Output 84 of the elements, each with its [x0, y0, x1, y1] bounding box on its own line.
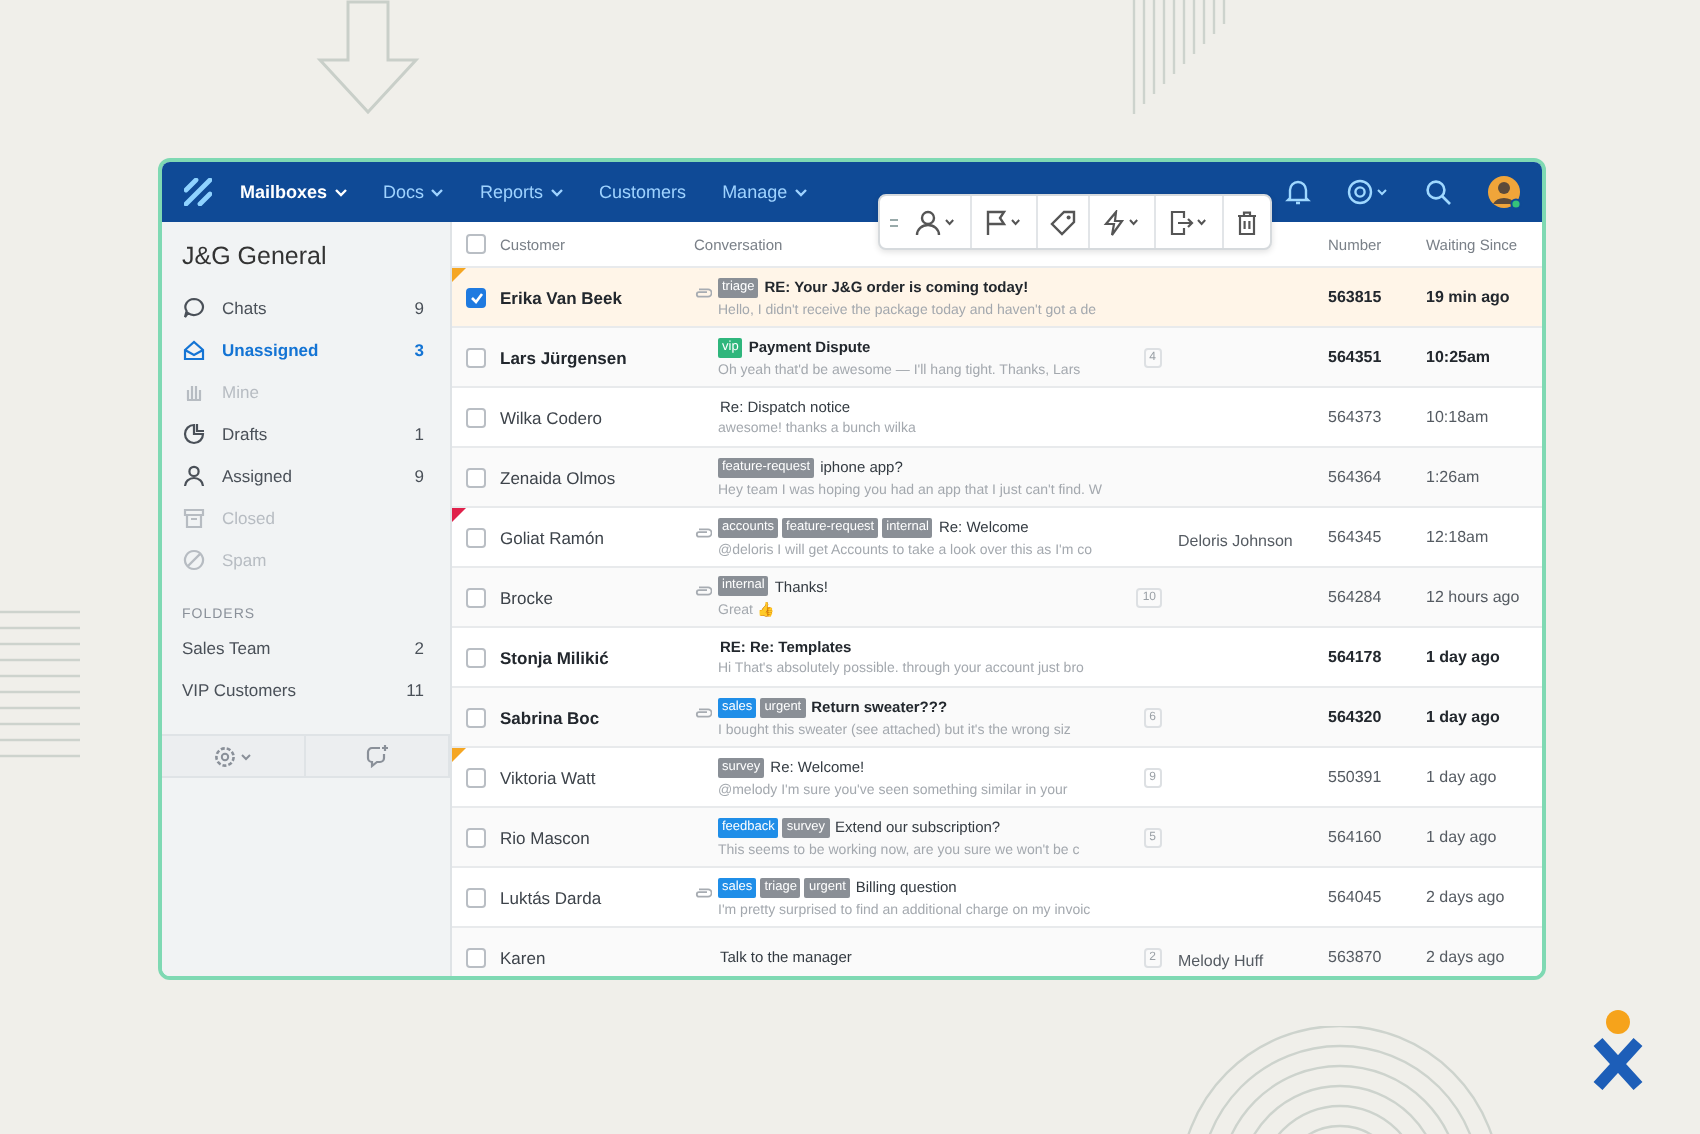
waiting-time: 10:25am — [1426, 348, 1493, 366]
bolt-icon — [1102, 209, 1142, 235]
chat-bubble-icon — [182, 295, 206, 319]
nav-menu-item[interactable]: Manage — [722, 182, 808, 202]
folder-item[interactable]: Sales Team 2 — [162, 626, 450, 668]
conversation-number: 564284 — [1328, 588, 1384, 606]
row-checkbox[interactable] — [466, 407, 486, 427]
waiting-time: 1 day ago — [1426, 768, 1499, 786]
select-all-checkbox[interactable] — [466, 234, 486, 254]
arrow-outline-decoration — [316, 0, 420, 116]
waiting-time: 2 days ago — [1426, 888, 1507, 906]
row-checkbox[interactable] — [466, 827, 486, 847]
archive-icon — [182, 505, 206, 529]
conversation-number: 564045 — [1328, 888, 1384, 906]
waiting-time: 12 hours ago — [1426, 588, 1522, 606]
block-icon — [182, 547, 206, 571]
conversation-number: 564364 — [1328, 468, 1384, 486]
row-checkbox[interactable] — [466, 347, 486, 367]
row-checkbox[interactable] — [466, 767, 486, 787]
customer-name: Zenaida Olmos — [500, 467, 618, 487]
export-icon — [1168, 209, 1210, 235]
row-checkbox[interactable] — [466, 947, 486, 967]
avatar-icon[interactable] — [1486, 174, 1522, 210]
customer-name: Lars Jürgensen — [500, 347, 629, 367]
conversation-number: 564178 — [1328, 648, 1384, 666]
nav-menu-item[interactable]: Customers — [599, 182, 687, 202]
conversation-number: 564345 — [1328, 528, 1384, 546]
lifebuoy-icon[interactable] — [1346, 178, 1390, 206]
customer-name: Brocke — [500, 587, 555, 607]
trash-icon — [1236, 209, 1258, 235]
row-checkbox[interactable] — [466, 527, 486, 547]
waiting-time: 1:26am — [1426, 468, 1482, 486]
assignee-name: Melody Huff — [1176, 951, 1264, 969]
customer-name: Viktoria Watt — [500, 767, 598, 787]
waiting-time: 2 days ago — [1426, 948, 1507, 966]
conversation-number: 564351 — [1328, 348, 1384, 366]
customer-name: Sabrina Boc — [500, 707, 602, 727]
waiting-time: 12:18am — [1426, 528, 1491, 546]
sidebar-item[interactable]: Drafts 1 — [162, 412, 450, 454]
person-icon — [914, 209, 958, 235]
pie-icon — [182, 421, 206, 445]
flag-icon — [984, 209, 1024, 235]
waiting-time: 10:18am — [1426, 408, 1491, 426]
conversation-number: 563815 — [1328, 288, 1384, 306]
assignee-name: Deloris Johnson — [1176, 531, 1293, 549]
customer-name: Luktás Darda — [500, 887, 604, 907]
conversation-number: 564160 — [1328, 828, 1384, 846]
customer-name: Rio Mascon — [500, 827, 592, 847]
nav-menu-item[interactable]: Mailboxes — [240, 182, 348, 202]
nav-menu-item[interactable]: Docs — [383, 182, 445, 202]
bell-icon[interactable] — [1284, 178, 1312, 206]
customer-name: Goliat Ramón — [500, 527, 606, 547]
customer-name: Stonja Milikić — [500, 647, 611, 667]
conversation-number: 550391 — [1328, 768, 1384, 786]
logo-icon — [1592, 1010, 1644, 1090]
conversation-number: 564373 — [1328, 408, 1384, 426]
row-checkbox[interactable] — [466, 887, 486, 907]
row-checkbox[interactable] — [466, 287, 486, 307]
nav-menu-item[interactable]: Reports — [480, 182, 564, 202]
customer-name: Karen — [500, 947, 548, 967]
waiting-time: 1 day ago — [1426, 708, 1502, 726]
waiting-time: 1 day ago — [1426, 648, 1502, 666]
tag-icon — [1050, 209, 1076, 235]
customer-name: Erika Van Beek — [500, 287, 624, 307]
conversation-number: 564320 — [1328, 708, 1384, 726]
search-icon[interactable] — [1424, 178, 1452, 206]
sidebar-item[interactable]: Chats 9 — [162, 286, 450, 328]
row-checkbox[interactable] — [466, 707, 486, 727]
waiting-time: 19 min ago — [1426, 288, 1512, 306]
waiting-time: 1 day ago — [1426, 828, 1499, 846]
customer-name: Wilka Codero — [500, 407, 605, 427]
row-checkbox[interactable] — [466, 647, 486, 667]
row-checkbox[interactable] — [466, 467, 486, 487]
sidebar-item[interactable]: Unassigned 3 — [162, 328, 450, 370]
mailbox-title: J&G General — [180, 242, 329, 270]
conversation-number: 563870 — [1328, 948, 1384, 966]
person-icon — [182, 463, 206, 487]
logo-icon[interactable] — [184, 178, 212, 206]
inbox-icon — [182, 337, 206, 361]
row-checkbox[interactable] — [466, 587, 486, 607]
folder-item[interactable]: VIP Customers 11 — [162, 668, 450, 710]
sidebar-item[interactable]: Assigned 9 — [162, 454, 450, 496]
new-conversation-icon — [365, 744, 389, 768]
settings-icon — [213, 745, 253, 767]
